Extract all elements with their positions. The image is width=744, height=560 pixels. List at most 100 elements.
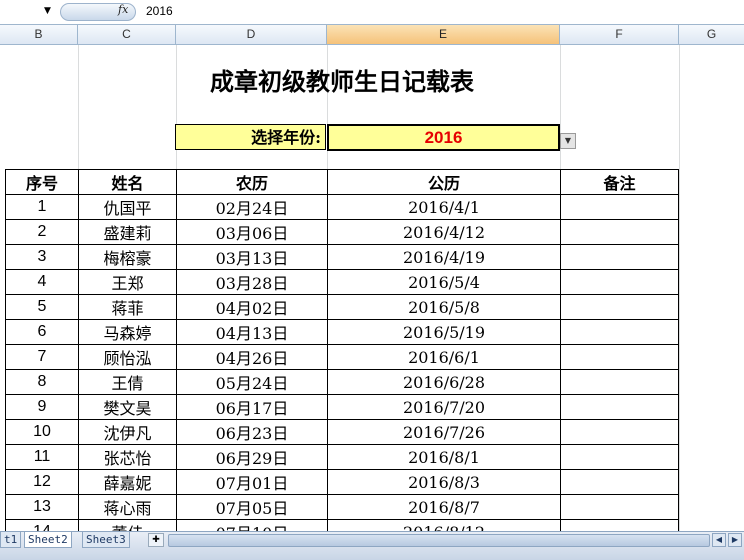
cell-name[interactable]: 仇国平 [78,194,177,220]
cell-no[interactable]: 2 [5,219,79,245]
table-row: 12 薛嘉妮 07月01日 2016/8/3 [5,469,679,495]
cell-lunar[interactable]: 03月13日 [176,244,328,270]
sheet-tab-1[interactable]: t1 [0,532,22,548]
cell-lunar[interactable]: 04月02日 [176,294,328,320]
scroll-right-icon[interactable]: ▶ [728,533,742,547]
cell-solar[interactable]: 2016/5/8 [327,294,561,320]
cell-name[interactable]: 蒋菲 [78,294,177,320]
column-header-e[interactable]: E [327,25,560,44]
cell-solar[interactable]: 2016/8/3 [327,469,561,495]
header-lunar[interactable]: 农历 [176,169,328,195]
cell-no[interactable]: 8 [5,369,79,395]
formula-bar: ▼ fx 2016 [0,0,744,25]
table-row: 13 蒋心雨 07月05日 2016/8/7 [5,494,679,520]
cell-no[interactable]: 4 [5,269,79,295]
cell-name[interactable]: 沈伊凡 [78,419,177,445]
insert-function-icon[interactable]: fx [118,3,128,16]
cell-note[interactable] [560,294,679,320]
cell-lunar[interactable]: 06月17日 [176,394,328,420]
header-note[interactable]: 备注 [560,169,679,195]
cell-lunar[interactable]: 07月01日 [176,469,328,495]
cell-solar[interactable]: 2016/4/19 [327,244,561,270]
scroll-left-icon[interactable]: ◀ [712,533,726,547]
name-box-dropdown-icon[interactable]: ▼ [44,6,51,16]
table-row: 6 马森婷 04月13日 2016/5/19 [5,319,679,345]
select-year-cell[interactable]: 2016 [327,124,560,151]
cell-no[interactable]: 9 [5,394,79,420]
cell-name[interactable]: 马森婷 [78,319,177,345]
cell-lunar[interactable]: 03月06日 [176,219,328,245]
cell-note[interactable] [560,194,679,220]
cell-no[interactable]: 10 [5,419,79,445]
sheet-tab-3[interactable]: Sheet3 [82,532,130,548]
cell-lunar[interactable]: 04月13日 [176,319,328,345]
cell-lunar[interactable]: 05月24日 [176,369,328,395]
cell-no[interactable]: 12 [5,469,79,495]
column-header-b[interactable]: B [0,25,78,44]
cell-solar[interactable]: 2016/6/1 [327,344,561,370]
table-row: 9 樊文昊 06月17日 2016/7/20 [5,394,679,420]
cell-no[interactable]: 6 [5,319,79,345]
cell-name[interactable]: 张芯怡 [78,444,177,470]
cell-lunar[interactable]: 02月24日 [176,194,328,220]
cell-solar[interactable]: 2016/7/26 [327,419,561,445]
cell-note[interactable] [560,469,679,495]
cell-name[interactable]: 蒋心雨 [78,494,177,520]
cell-solar[interactable]: 2016/6/28 [327,369,561,395]
cell-solar[interactable]: 2016/5/19 [327,319,561,345]
header-no[interactable]: 序号 [5,169,79,195]
cell-name[interactable]: 盛建莉 [78,219,177,245]
horizontal-scrollbar[interactable] [168,534,710,547]
column-header-g[interactable]: G [679,25,744,44]
cell-note[interactable] [560,244,679,270]
header-solar[interactable]: 公历 [327,169,561,195]
cell-lunar[interactable]: 07月05日 [176,494,328,520]
cell-name[interactable]: 薛嘉妮 [78,469,177,495]
table-row: 11 张芯怡 06月29日 2016/8/1 [5,444,679,470]
cell-note[interactable] [560,219,679,245]
sheet-tab-bar: t1 Sheet2 Sheet3 ✚ ◀ ▶ [0,531,744,560]
cell-lunar[interactable]: 03月28日 [176,269,328,295]
cell-note[interactable] [560,344,679,370]
cell-note[interactable] [560,369,679,395]
cell-solar[interactable]: 2016/4/1 [327,194,561,220]
cell-no[interactable]: 1 [5,194,79,220]
cell-name[interactable]: 樊文昊 [78,394,177,420]
formula-input[interactable]: 2016 [146,4,173,18]
year-dropdown-button[interactable]: ▼ [560,133,576,149]
table-row: 4 王郑 03月28日 2016/5/4 [5,269,679,295]
cell-no[interactable]: 7 [5,344,79,370]
table-row: 2 盛建莉 03月06日 2016/4/12 [5,219,679,245]
cell-note[interactable] [560,319,679,345]
column-header-bar: B C D E F G [0,25,744,45]
cell-solar[interactable]: 2016/4/12 [327,219,561,245]
cell-solar[interactable]: 2016/8/7 [327,494,561,520]
cell-note[interactable] [560,269,679,295]
table-row: 1 仇国平 02月24日 2016/4/1 [5,194,679,220]
cell-no[interactable]: 3 [5,244,79,270]
cell-lunar[interactable]: 04月26日 [176,344,328,370]
cell-lunar[interactable]: 06月23日 [176,419,328,445]
cell-name[interactable]: 王郑 [78,269,177,295]
cell-note[interactable] [560,394,679,420]
cell-name[interactable]: 顾怡泓 [78,344,177,370]
cell-solar[interactable]: 2016/5/4 [327,269,561,295]
column-header-f[interactable]: F [560,25,679,44]
sheet-tab-2[interactable]: Sheet2 [24,532,72,548]
insert-sheet-icon[interactable]: ✚ [148,533,164,547]
cell-no[interactable]: 5 [5,294,79,320]
cell-name[interactable]: 王倩 [78,369,177,395]
cell-note[interactable] [560,419,679,445]
cell-no[interactable]: 11 [5,444,79,470]
cell-no[interactable]: 13 [5,494,79,520]
cell-note[interactable] [560,494,679,520]
header-name[interactable]: 姓名 [78,169,177,195]
column-header-d[interactable]: D [176,25,327,44]
cell-note[interactable] [560,444,679,470]
cell-solar[interactable]: 2016/7/20 [327,394,561,420]
table-header-row: 序号 姓名 农历 公历 备注 [5,169,679,195]
cell-solar[interactable]: 2016/8/1 [327,444,561,470]
cell-lunar[interactable]: 06月29日 [176,444,328,470]
column-header-c[interactable]: C [78,25,176,44]
cell-name[interactable]: 梅榕豪 [78,244,177,270]
